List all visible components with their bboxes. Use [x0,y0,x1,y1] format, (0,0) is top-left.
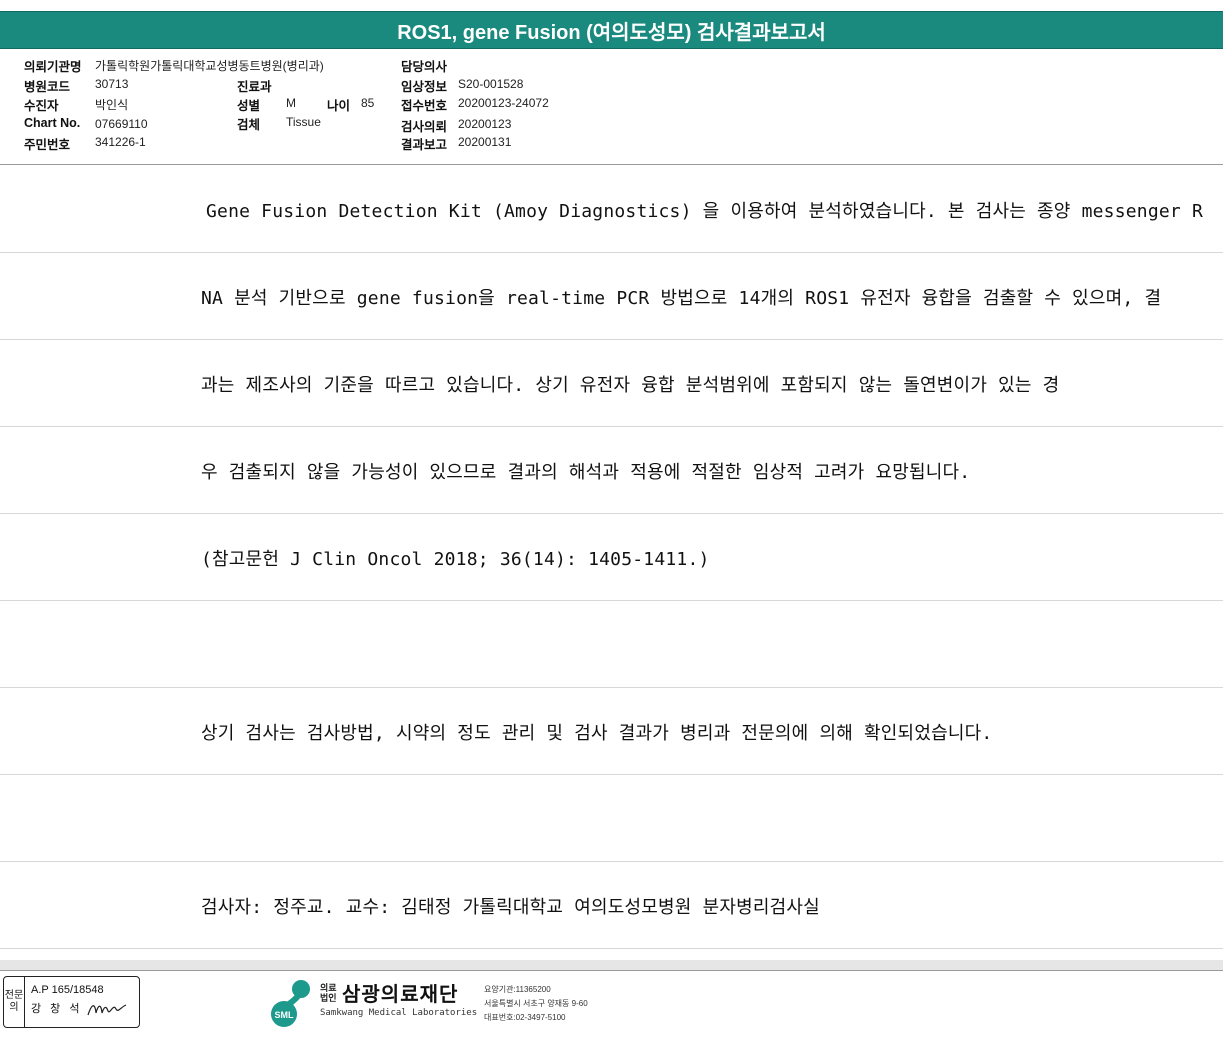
resident-no-label: 주민번호 [24,138,71,152]
hospital-code-value: 30713 [95,77,129,91]
content-row: NA 분석 기반으로 gene fusion을 real-time PCR 방법… [0,253,1223,340]
logo-meta: 요양기관:11365200 서울특별시 서초구 양재동 9-60 대표번호:02… [484,983,588,1025]
result-content: Gene Fusion Detection Kit (Amoy Diagnost… [0,166,1223,960]
pathologist-stamp: 전문의 A.P 165/18548 강 창 석 [3,976,140,1028]
report-title: ROS1, gene Fusion (여의도성모) 검사결과보고서 [0,11,1223,49]
report-date-value: 20200131 [458,135,512,149]
age-label: 나이 [327,99,351,113]
content-line: (참고문헌 J Clin Oncol 2018; 36(14): 1405-14… [201,549,710,570]
content-row: Gene Fusion Detection Kit (Amoy Diagnost… [0,166,1223,253]
footer-divider [0,960,1223,971]
logo-mark-text: SML [275,1010,295,1020]
sex-label: 성별 [237,99,261,113]
content-row [0,601,1223,688]
content-row: 상기 검사는 검사방법, 시약의 정도 관리 및 검사 결과가 병리과 전문의에… [0,688,1223,775]
logo-meta-address: 서울특별시 서초구 양재동 9-60 [484,999,588,1008]
recipient-label: 수진자 [24,99,59,113]
stamp-body: A.P 165/18548 강 창 석 [25,977,139,1027]
clinical-info-label: 임상정보 [401,80,448,94]
content-line: 상기 검사는 검사방법, 시약의 정도 관리 및 검사 결과가 병리과 전문의에… [201,723,993,744]
stamp-name: 강 창 석 [31,1003,83,1015]
patient-info-panel: 의뢰기관명 가톨릭학원가톨릭대학교성병동트병원(병리과) 병원코드 30713 … [0,48,1223,165]
logo-meta-phone: 대표번호:02-3497-5100 [484,1013,566,1022]
specimen-label: 검체 [237,118,261,132]
content-row: 과는 제조사의 기준을 따르고 있습니다. 상기 유전자 융합 분석범위에 포함… [0,340,1223,427]
age-value: 85 [361,96,375,110]
chart-no-value: 07669110 [95,117,148,131]
content-line: 과는 제조사의 기준을 따르고 있습니다. 상기 유전자 융합 분석범위에 포함… [201,375,1060,396]
logo-meta-code: 요양기관:11365200 [484,985,551,994]
accession-value: 20200123-24072 [458,96,549,110]
content-row [0,775,1223,862]
chart-no-label: Chart No. [24,116,81,130]
content-row: 검사자: 정주교. 교수: 김태정 가톨릭대학교 여의도성모병원 분자병리검사실 [0,862,1223,949]
logo-subtitle: 의료법인 [320,983,337,1003]
sml-logo-icon: SML [271,980,310,1027]
recipient-value: 박인식 [95,98,129,112]
signature-icon [87,1004,127,1016]
clinical-info-value: S20-001528 [458,77,524,91]
stamp-side-label: 전문의 [4,977,25,1027]
request-label: 검사의뢰 [401,120,448,134]
content-line: 우 검출되지 않을 가능성이 있으므로 결과의 해석과 적용에 적절한 임상적 … [201,462,971,483]
logo-english: Samkwang Medical Laboratories [320,1008,478,1018]
content-row: 우 검출되지 않을 가능성이 있으므로 결과의 해석과 적용에 적절한 임상적 … [0,427,1223,514]
content-line: Gene Fusion Detection Kit (Amoy Diagnost… [206,201,1204,222]
hospital-code-label: 병원코드 [24,80,71,94]
stamp-name-row: 강 창 석 [31,999,133,1019]
sex-value: M [286,96,296,110]
accession-label: 접수번호 [401,99,448,113]
stamp-ap-number: A.P 165/18548 [31,984,104,996]
report-footer: 전문의 A.P 165/18548 강 창 석 SML 의료법인 삼광의료재단 … [0,971,1223,1040]
content-row: (참고문헌 J Clin Oncol 2018; 36(14): 1405-14… [0,514,1223,601]
specimen-value: Tissue [286,115,321,129]
doctor-label: 담당의사 [401,60,448,74]
logo-name: 삼광의료재단 [342,984,459,1006]
content-line: 검사자: 정주교. 교수: 김태정 가톨릭대학교 여의도성모병원 분자병리검사실 [201,897,820,918]
institution-value: 가톨릭학원가톨릭대학교성병동트병원(병리과) [95,59,324,73]
report-date-label: 결과보고 [401,138,448,152]
sml-logo: SML 의료법인 삼광의료재단 Samkwang Medical Laborat… [270,975,600,1035]
request-value: 20200123 [458,117,512,131]
resident-no-value: 341226-1 [95,135,146,149]
content-line: NA 분석 기반으로 gene fusion을 real-time PCR 방법… [201,288,1162,309]
institution-label: 의뢰기관명 [24,60,82,74]
department-label: 진료과 [237,80,272,94]
